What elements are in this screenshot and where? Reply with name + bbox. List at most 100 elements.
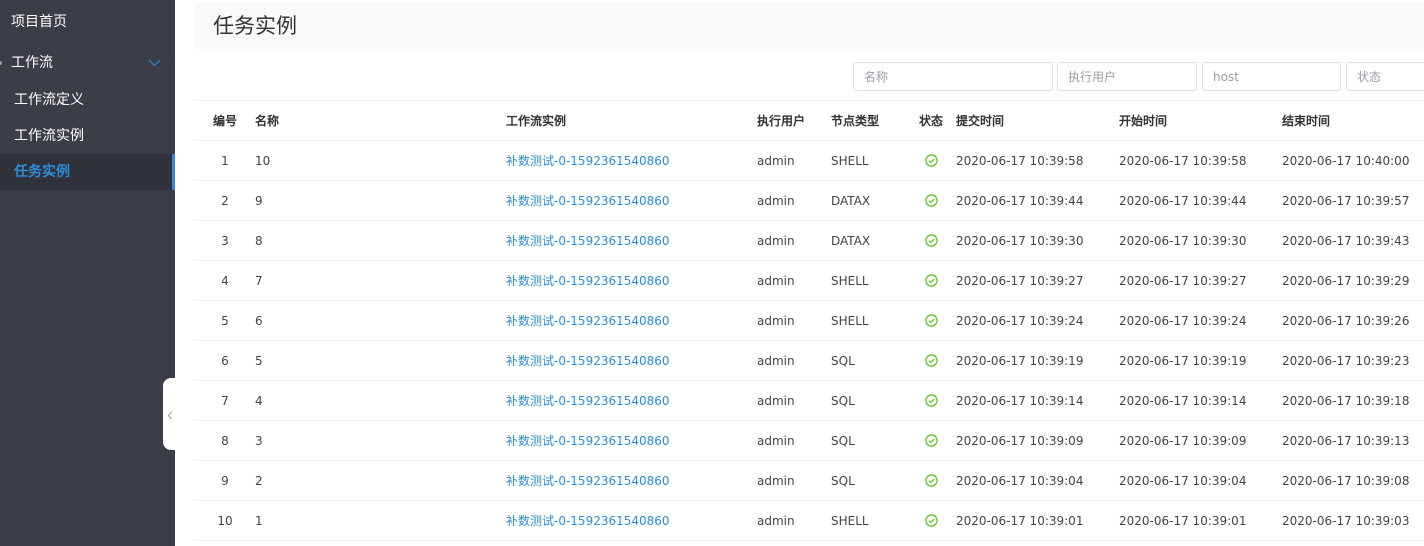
sidebar-item-label: 工作流实例 xyxy=(14,128,84,144)
success-check-circle-icon xyxy=(924,314,938,327)
row-name: 4 xyxy=(255,394,263,408)
row-start-time: 2020-06-17 10:39:09 xyxy=(1119,434,1247,448)
row-start-time: 2020-06-17 10:39:27 xyxy=(1119,274,1247,288)
row-end-time: 2020-06-17 10:39:03 xyxy=(1282,514,1410,528)
column-header-idx: 编号 xyxy=(212,114,237,128)
row-user: admin xyxy=(757,234,795,248)
table-row: 8 3 补数测试-0-1592361540860 admin SQL 2020-… xyxy=(195,421,1424,461)
row-state xyxy=(918,461,944,501)
user-filter-input[interactable] xyxy=(1057,62,1197,91)
table-row: 1 10 补数测试-0-1592361540860 admin SHELL 20… xyxy=(195,141,1424,181)
row-node-type: SQL xyxy=(831,434,855,448)
row-idx: 9 xyxy=(221,474,229,488)
row-name: 1 xyxy=(255,514,263,528)
sidebar: 项目首页 工作流 工作流定义 工作流实例 任务实例 xyxy=(0,0,175,546)
row-end-time: 2020-06-17 10:39:13 xyxy=(1282,434,1410,448)
row-node-type: SHELL xyxy=(831,314,869,328)
row-start-time: 2020-06-17 10:39:14 xyxy=(1119,394,1247,408)
row-workflow-instance-link[interactable]: 补数测试-0-1592361540860 xyxy=(506,421,670,461)
sidebar-item-workflow-instance[interactable]: 工作流实例 xyxy=(0,118,175,154)
row-name: 6 xyxy=(255,314,263,328)
row-idx: 7 xyxy=(221,394,229,408)
row-name: 9 xyxy=(255,194,263,208)
table-row: 5 6 补数测试-0-1592361540860 admin SHELL 202… xyxy=(195,301,1424,341)
row-workflow-instance-link[interactable]: 补数测试-0-1592361540860 xyxy=(506,221,670,261)
row-user: admin xyxy=(757,274,795,288)
row-start-time: 2020-06-17 10:39:19 xyxy=(1119,354,1247,368)
state-filter-select[interactable] xyxy=(1346,62,1424,91)
row-node-type: SQL xyxy=(831,474,855,488)
row-idx: 3 xyxy=(221,234,229,248)
sidebar-item-task-instance[interactable]: 任务实例 xyxy=(0,154,175,190)
table-row: 10 1 补数测试-0-1592361540860 admin SHELL 20… xyxy=(195,501,1424,541)
row-start-time: 2020-06-17 10:39:30 xyxy=(1119,234,1247,248)
row-start-time: 2020-06-17 10:39:24 xyxy=(1119,314,1247,328)
table-header-row: 编号 名称 工作流实例 执行用户 节点类型 状态 提交时间 开始时间 结束时间 xyxy=(195,100,1424,141)
column-header-user: 执行用户 xyxy=(757,114,806,128)
row-state xyxy=(918,341,944,381)
page-title: 任务实例 xyxy=(213,14,297,38)
row-idx: 10 xyxy=(217,514,233,528)
column-header-start-time: 开始时间 xyxy=(1119,114,1168,128)
sidebar-item-project-home[interactable]: 项目首页 xyxy=(0,0,175,44)
success-check-circle-icon xyxy=(924,194,938,207)
row-workflow-instance-link[interactable]: 补数测试-0-1592361540860 xyxy=(506,141,670,181)
row-idx: 8 xyxy=(221,434,229,448)
row-state xyxy=(918,301,944,341)
row-user: admin xyxy=(757,394,795,408)
row-workflow-instance-link[interactable]: 补数测试-0-1592361540860 xyxy=(506,301,670,341)
row-start-time: 2020-06-17 10:39:04 xyxy=(1119,474,1247,488)
row-submit-time: 2020-06-17 10:39:24 xyxy=(956,314,1084,328)
row-name: 3 xyxy=(255,434,263,448)
page-header: 任务实例 xyxy=(195,3,1424,49)
table-row: 9 2 补数测试-0-1592361540860 admin SQL 2020-… xyxy=(195,461,1424,501)
row-name: 5 xyxy=(255,354,263,368)
row-node-type: DATAX xyxy=(831,194,871,208)
table-row: 6 5 补数测试-0-1592361540860 admin SQL 2020-… xyxy=(195,341,1424,381)
task-instance-table: 编号 名称 工作流实例 执行用户 节点类型 状态 提交时间 开始时间 结束时间 … xyxy=(195,100,1424,541)
row-end-time: 2020-06-17 10:39:23 xyxy=(1282,354,1410,368)
row-start-time: 2020-06-17 10:39:58 xyxy=(1119,154,1247,168)
row-state xyxy=(918,221,944,261)
column-header-node-type: 节点类型 xyxy=(831,114,880,128)
row-start-time: 2020-06-17 10:39:01 xyxy=(1119,514,1247,528)
chevron-down-icon[interactable] xyxy=(148,44,161,82)
row-idx: 2 xyxy=(221,194,229,208)
sidebar-group-workflow[interactable]: 工作流 xyxy=(0,44,175,82)
row-user: admin xyxy=(757,354,795,368)
row-name: 8 xyxy=(255,234,263,248)
row-submit-time: 2020-06-17 10:39:09 xyxy=(956,434,1084,448)
row-end-time: 2020-06-17 10:39:08 xyxy=(1282,474,1410,488)
row-user: admin xyxy=(757,474,795,488)
row-name: 2 xyxy=(255,474,263,488)
row-workflow-instance-link[interactable]: 补数测试-0-1592361540860 xyxy=(506,181,670,221)
column-header-state: 状态 xyxy=(918,114,943,128)
row-submit-time: 2020-06-17 10:39:44 xyxy=(956,194,1084,208)
row-node-type: SHELL xyxy=(831,274,869,288)
row-submit-time: 2020-06-17 10:39:14 xyxy=(956,394,1084,408)
host-filter-input[interactable] xyxy=(1202,62,1341,91)
row-workflow-instance-link[interactable]: 补数测试-0-1592361540860 xyxy=(506,501,670,541)
row-state xyxy=(918,141,944,181)
row-submit-time: 2020-06-17 10:39:19 xyxy=(956,354,1084,368)
row-workflow-instance-link[interactable]: 补数测试-0-1592361540860 xyxy=(506,381,670,421)
column-header-name: 名称 xyxy=(255,114,280,128)
row-workflow-instance-link[interactable]: 补数测试-0-1592361540860 xyxy=(506,341,670,381)
row-submit-time: 2020-06-17 10:39:30 xyxy=(956,234,1084,248)
main-content: 任务实例 编号 名称 工作流实例 执行用户 节点类型 状态 提交时间 开始时间 … xyxy=(175,0,1424,546)
row-node-type: SQL xyxy=(831,394,855,408)
row-state xyxy=(918,421,944,461)
success-check-circle-icon xyxy=(924,474,938,487)
row-node-type: DATAX xyxy=(831,234,871,248)
row-idx: 1 xyxy=(221,154,229,168)
row-idx: 4 xyxy=(221,274,229,288)
name-filter-input[interactable] xyxy=(853,62,1053,91)
sidebar-item-workflow-definition[interactable]: 工作流定义 xyxy=(0,82,175,118)
row-idx: 5 xyxy=(221,314,229,328)
success-check-circle-icon xyxy=(924,394,938,407)
success-check-circle-icon xyxy=(924,274,938,287)
row-workflow-instance-link[interactable]: 补数测试-0-1592361540860 xyxy=(506,461,670,501)
row-workflow-instance-link[interactable]: 补数测试-0-1592361540860 xyxy=(506,261,670,301)
row-submit-time: 2020-06-17 10:39:01 xyxy=(956,514,1084,528)
row-end-time: 2020-06-17 10:40:00 xyxy=(1282,154,1410,168)
